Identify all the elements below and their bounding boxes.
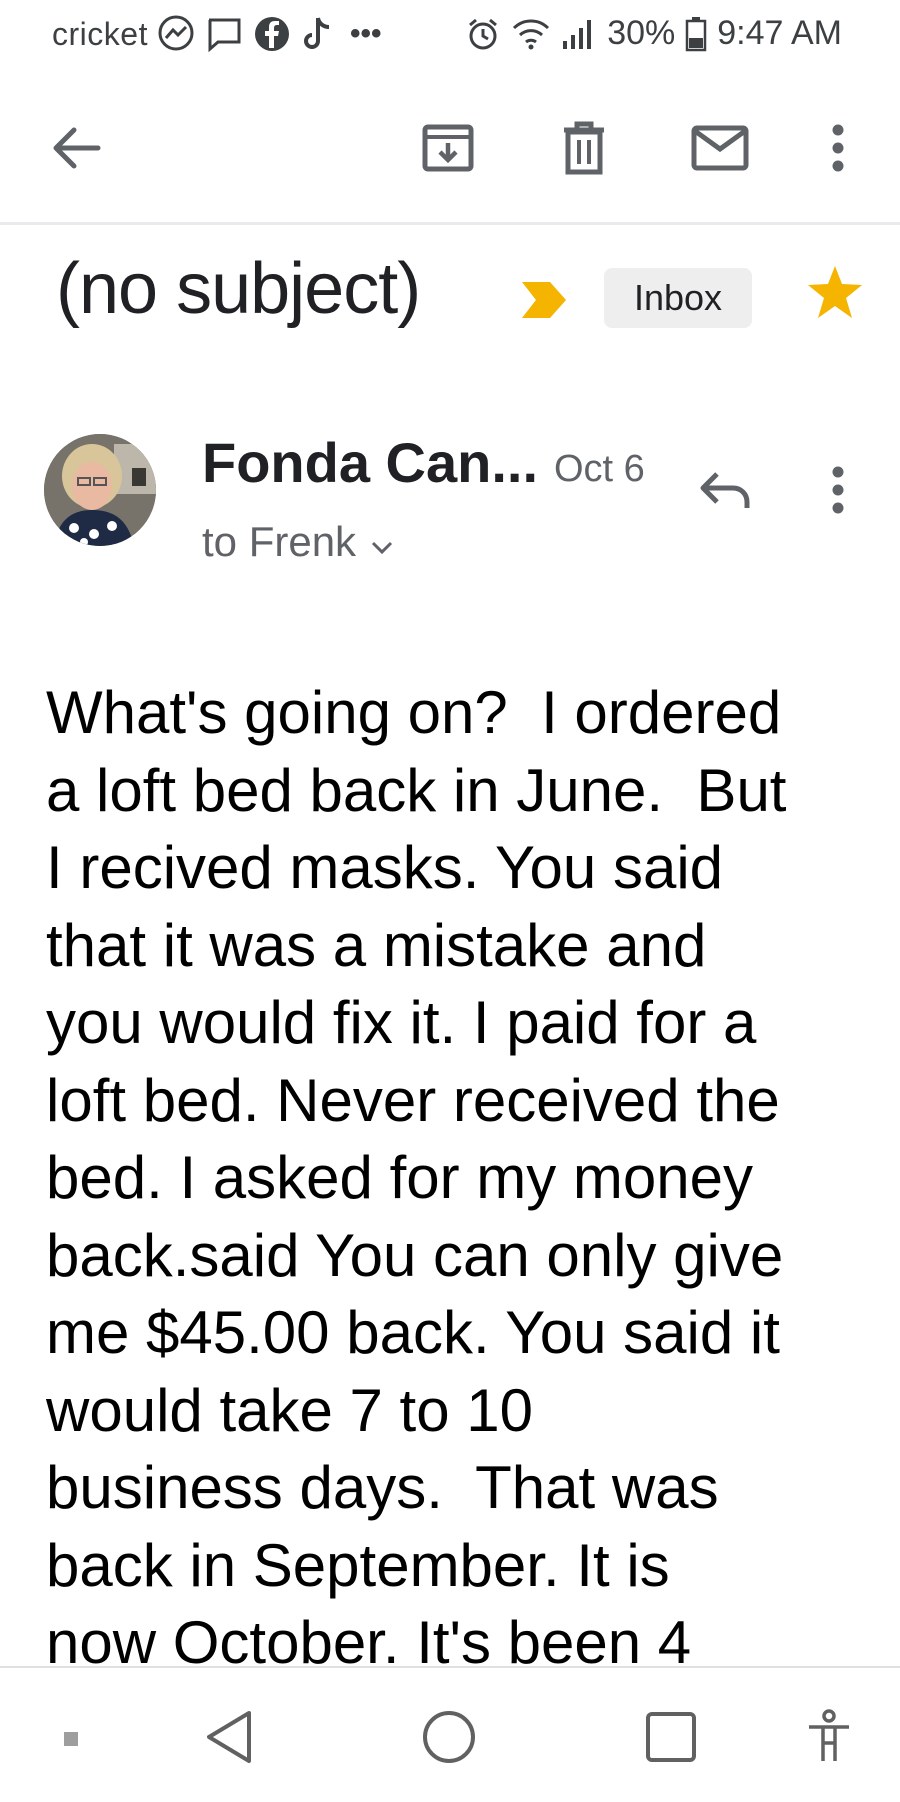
body-line: bed. I asked for my money xyxy=(46,1144,753,1211)
body-line: I recived masks. You said xyxy=(46,834,724,901)
body-line: back.said You can only give xyxy=(46,1221,784,1289)
delete-button[interactable] xyxy=(540,106,628,194)
status-left: cricket ••• xyxy=(52,14,381,54)
square-recents-icon xyxy=(645,1711,697,1768)
battery-icon xyxy=(685,16,707,52)
star-icon[interactable] xyxy=(806,264,864,325)
system-nav-bar xyxy=(0,1666,900,1802)
nav-dot-indicator xyxy=(36,1704,106,1774)
clock-time: 9:47 AM xyxy=(717,14,842,52)
nav-back-button[interactable] xyxy=(194,1704,264,1774)
tiktok-icon xyxy=(300,14,336,54)
circle-home-icon xyxy=(421,1709,477,1770)
archive-icon xyxy=(421,121,475,180)
wifi-icon xyxy=(511,17,551,51)
reply-icon xyxy=(697,468,751,517)
body-line: back in September. It is xyxy=(46,1531,670,1599)
more-options-button[interactable] xyxy=(794,106,882,194)
facebook-icon xyxy=(252,14,292,54)
importance-marker-icon[interactable] xyxy=(520,280,568,325)
chevron-down-icon xyxy=(370,518,394,566)
trash-icon xyxy=(560,120,608,181)
body-line: you would fix it. I paid for a xyxy=(46,989,757,1056)
email-subject: (no subject) xyxy=(56,249,421,329)
more-vertical-icon xyxy=(831,123,845,178)
accessibility-icon xyxy=(805,1708,853,1770)
body-line: loft bed. Never received the xyxy=(46,1066,780,1134)
battery-percent: 30% xyxy=(607,14,676,52)
signal-icon xyxy=(561,17,597,51)
body-line: business days. That was xyxy=(46,1454,719,1521)
body-line: that it was a mistake and xyxy=(46,911,707,979)
email-date: Oct 6 xyxy=(554,448,645,490)
sender-name[interactable]: Fonda Can... xyxy=(202,430,538,495)
more-vertical-icon xyxy=(831,465,845,520)
messenger-icon xyxy=(156,14,196,54)
email-body: What's going on? I ordered a loft bed ba… xyxy=(46,674,876,1682)
archive-button[interactable] xyxy=(404,106,492,194)
email-toolbar xyxy=(0,80,900,220)
nav-accessibility-button[interactable] xyxy=(794,1704,864,1774)
arrow-left-icon xyxy=(50,126,102,175)
mark-unread-button[interactable] xyxy=(676,106,764,194)
recipient-text: to Frenk xyxy=(202,518,357,565)
alarm-icon xyxy=(465,16,501,52)
toolbar-divider xyxy=(0,222,900,225)
carrier-name: cricket xyxy=(52,15,148,52)
sender-avatar[interactable] xyxy=(44,434,156,546)
message-more-button[interactable] xyxy=(802,456,874,528)
nav-home-button[interactable] xyxy=(414,1704,484,1774)
triangle-back-icon xyxy=(203,1709,255,1770)
status-right: 30% 9:47 AM xyxy=(465,14,842,53)
inbox-label-badge[interactable]: Inbox xyxy=(604,268,752,328)
more-notifications-text: ••• xyxy=(349,17,382,50)
body-line: me $45.00 back. You said it xyxy=(46,1299,780,1366)
body-line: would take 7 to 10 xyxy=(46,1376,534,1444)
nav-recents-button[interactable] xyxy=(636,1704,706,1774)
recipient-row[interactable]: to Frenk xyxy=(202,518,394,566)
mail-icon xyxy=(691,125,749,176)
back-button[interactable] xyxy=(32,106,120,194)
message-icon xyxy=(204,14,244,54)
status-bar: cricket ••• 30% 9:47 AM xyxy=(0,0,900,72)
subject-row: (no subject) xyxy=(0,240,900,350)
body-line: a loft bed back in June. But xyxy=(46,756,787,824)
reply-button[interactable] xyxy=(688,456,760,528)
body-line: What's going on? I ordered xyxy=(46,679,782,746)
